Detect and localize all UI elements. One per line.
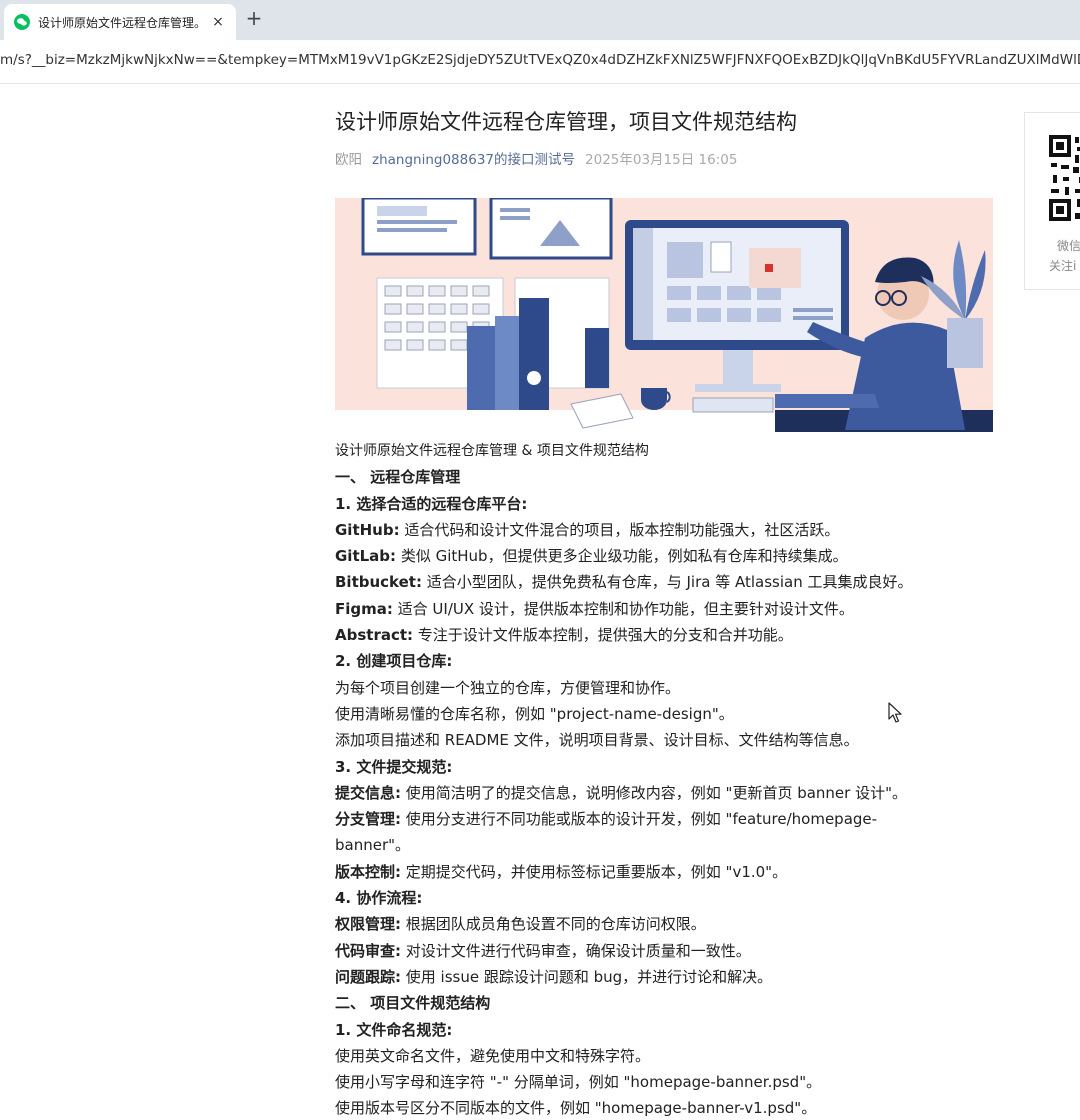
publish-date: 2025年03月15日 16:05 xyxy=(585,152,738,168)
address-bar[interactable]: m/s?__biz=MzkzMjkwNjkxNw==&tempkey=MTMxM… xyxy=(0,40,1080,84)
article-title: 设计师原始文件远程仓库管理，项目文件规范结构 xyxy=(335,110,797,134)
line-text: 2. 创建项目仓库: xyxy=(335,652,453,671)
section-heading: 二、 项目文件规范结构 xyxy=(335,990,995,1016)
term-label: GitLab: xyxy=(335,547,397,566)
line-text: 使用 issue 跟踪设计问题和 bug，并进行讨论和解决。 xyxy=(401,967,773,986)
line-text: 使用英文命名文件，避免使用中文和特殊字符。 xyxy=(335,1046,651,1065)
line-text: 1. 选择合适的远程仓库平台: xyxy=(335,494,528,513)
new-tab-button[interactable]: + xyxy=(244,8,264,28)
term-label: Bitbucket: xyxy=(335,573,422,592)
line-text: 使用清晰易懂的仓库名称，例如 "project-name-design"。 xyxy=(335,704,734,723)
qr-label-line-2: 关注i xyxy=(1049,259,1077,273)
body-paragraph: 权限管理: 根据团队成员角色设置不同的仓库访问权限。 xyxy=(335,911,995,937)
section-heading: 2. 创建项目仓库: xyxy=(335,648,995,674)
section-heading: 1. 文件命名规范: xyxy=(335,1017,995,1043)
body-paragraph: 版本控制: 定期提交代码，并使用标签标记重要版本，例如 "v1.0"。 xyxy=(335,859,995,885)
term-label: 权限管理: xyxy=(335,915,401,934)
qr-label-line-1: 微信 xyxy=(1057,239,1080,253)
term-label: 问题跟踪: xyxy=(335,967,401,986)
line-text: 类似 GitHub，但提供更多企业级功能，例如私有仓库和持续集成。 xyxy=(396,547,848,566)
section-heading: 4. 协作流程: xyxy=(335,885,995,911)
term-label: Abstract: xyxy=(335,626,414,645)
line-text: 3. 文件提交规范: xyxy=(335,757,453,776)
term-label: 代码审查: xyxy=(335,941,401,960)
qr-code-panel: 微信 关注i xyxy=(1024,112,1080,290)
body-paragraph: 使用版本号区分不同版本的文件，例如 "homepage-banner-v1.ps… xyxy=(335,1095,995,1120)
line-text: 使用小写字母和连字符 "-" 分隔单词，例如 "homepage-banner.… xyxy=(335,1073,822,1092)
line-text: 一、 远程仓库管理 xyxy=(335,468,461,487)
section-heading: 1. 选择合适的远程仓库平台: xyxy=(335,491,995,517)
line-text: 使用版本号区分不同版本的文件，例如 "homepage-banner-v1.ps… xyxy=(335,1099,817,1118)
line-text: banner"。 xyxy=(335,836,411,855)
body-paragraph: 问题跟踪: 使用 issue 跟踪设计问题和 bug，并进行讨论和解决。 xyxy=(335,964,995,990)
url-text[interactable]: m/s?__biz=MzkzMjkwNjkxNw==&tempkey=MTMxM… xyxy=(0,52,1080,68)
line-text: 适合代码和设计文件混合的项目，版本控制功能强大，社区活跃。 xyxy=(399,520,840,539)
body-paragraph: 添加项目描述和 README 文件，说明项目背景、设计目标、文件结构等信息。 xyxy=(335,727,995,753)
body-paragraph: 分支管理: 使用分支进行不同功能或版本的设计开发，例如 "feature/hom… xyxy=(335,806,995,832)
account-name-link[interactable]: zhangning088637的接口测试号 xyxy=(372,152,575,168)
line-text: 适合 UI/UX 设计，提供版本控制和协作功能，但主要针对设计文件。 xyxy=(392,599,854,618)
term-label: 分支管理: xyxy=(335,810,401,829)
body-paragraph: banner"。 xyxy=(335,832,995,858)
line-text: 4. 协作流程: xyxy=(335,889,423,908)
line-text: 根据团队成员角色设置不同的仓库访问权限。 xyxy=(401,915,706,934)
body-paragraph: 为每个项目创建一个独立的仓库，方便管理和协作。 xyxy=(335,675,995,701)
body-paragraph: Abstract: 专注于设计文件版本控制，提供强大的分支和合并功能。 xyxy=(335,622,995,648)
line-text: 1. 文件命名规范: xyxy=(335,1020,453,1039)
image-caption: 设计师原始文件远程仓库管理 & 项目文件规范结构 xyxy=(335,443,649,459)
line-text: 为每个项目创建一个独立的仓库，方便管理和协作。 xyxy=(335,678,681,697)
line-text: 定期提交代码，并使用标签标记重要版本，例如 "v1.0"。 xyxy=(401,862,788,881)
line-text: 专注于设计文件版本控制，提供强大的分支和合并功能。 xyxy=(413,626,793,645)
body-paragraph: GitHub: 适合代码和设计文件混合的项目，版本控制功能强大，社区活跃。 xyxy=(335,517,995,543)
line-text: 适合小型团队，提供免费私有仓库，与 Jira 等 Atlassian 工具集成良… xyxy=(421,573,913,592)
body-paragraph: Figma: 适合 UI/UX 设计，提供版本控制和协作功能，但主要针对设计文件… xyxy=(335,596,995,622)
author-name: 欧阳 xyxy=(335,152,362,168)
term-label: 版本控制: xyxy=(335,862,401,881)
hero-illustration xyxy=(335,198,993,432)
browser-tab[interactable]: 设计师原始文件远程仓库管理。 × xyxy=(4,4,236,40)
mouse-cursor-icon xyxy=(888,702,904,724)
body-paragraph: 使用英文命名文件，避免使用中文和特殊字符。 xyxy=(335,1043,995,1069)
body-paragraph: GitLab: 类似 GitHub，但提供更多企业级功能，例如私有仓库和持续集成… xyxy=(335,543,995,569)
term-label: Figma: xyxy=(335,599,393,618)
body-paragraph: 使用小写字母和连字符 "-" 分隔单词，例如 "homepage-banner.… xyxy=(335,1069,995,1095)
line-text: 使用分支进行不同功能或版本的设计开发，例如 "feature/homepage- xyxy=(401,810,878,829)
article-meta: 欧阳 zhangning088637的接口测试号 2025年03月15日 16:05 xyxy=(335,148,737,168)
qr-code-icon xyxy=(1049,135,1080,221)
line-text: 使用简洁明了的提交信息，说明修改内容，例如 "更新首页 banner 设计"。 xyxy=(401,783,907,802)
section-heading: 一、 远程仓库管理 xyxy=(335,464,995,490)
line-text: 对设计文件进行代码审查，确保设计质量和一致性。 xyxy=(401,941,751,960)
line-text: 二、 项目文件规范结构 xyxy=(335,994,491,1013)
tab-close-icon[interactable]: × xyxy=(210,14,226,30)
article-body: 设计师原始文件远程仓库管理 & 项目文件规范结构 一、 远程仓库管理 1. 选择合… xyxy=(335,438,995,1120)
line-text: 添加项目描述和 README 文件，说明项目背景、设计目标、文件结构等信息。 xyxy=(335,731,859,750)
term-label: 提交信息: xyxy=(335,783,401,802)
section-heading: 3. 文件提交规范: xyxy=(335,754,995,780)
body-paragraph: Bitbucket: 适合小型团队，提供免费私有仓库，与 Jira 等 Atla… xyxy=(335,569,995,595)
body-paragraph: 提交信息: 使用简洁明了的提交信息，说明修改内容，例如 "更新首页 banner… xyxy=(335,780,995,806)
term-label: GitHub: xyxy=(335,520,400,539)
wechat-favicon-icon xyxy=(14,14,30,30)
body-paragraph: 代码审查: 对设计文件进行代码审查，确保设计质量和一致性。 xyxy=(335,938,995,964)
browser-tab-strip: 设计师原始文件远程仓库管理。 × + xyxy=(0,0,1080,40)
tab-title: 设计师原始文件远程仓库管理。 xyxy=(38,15,207,30)
